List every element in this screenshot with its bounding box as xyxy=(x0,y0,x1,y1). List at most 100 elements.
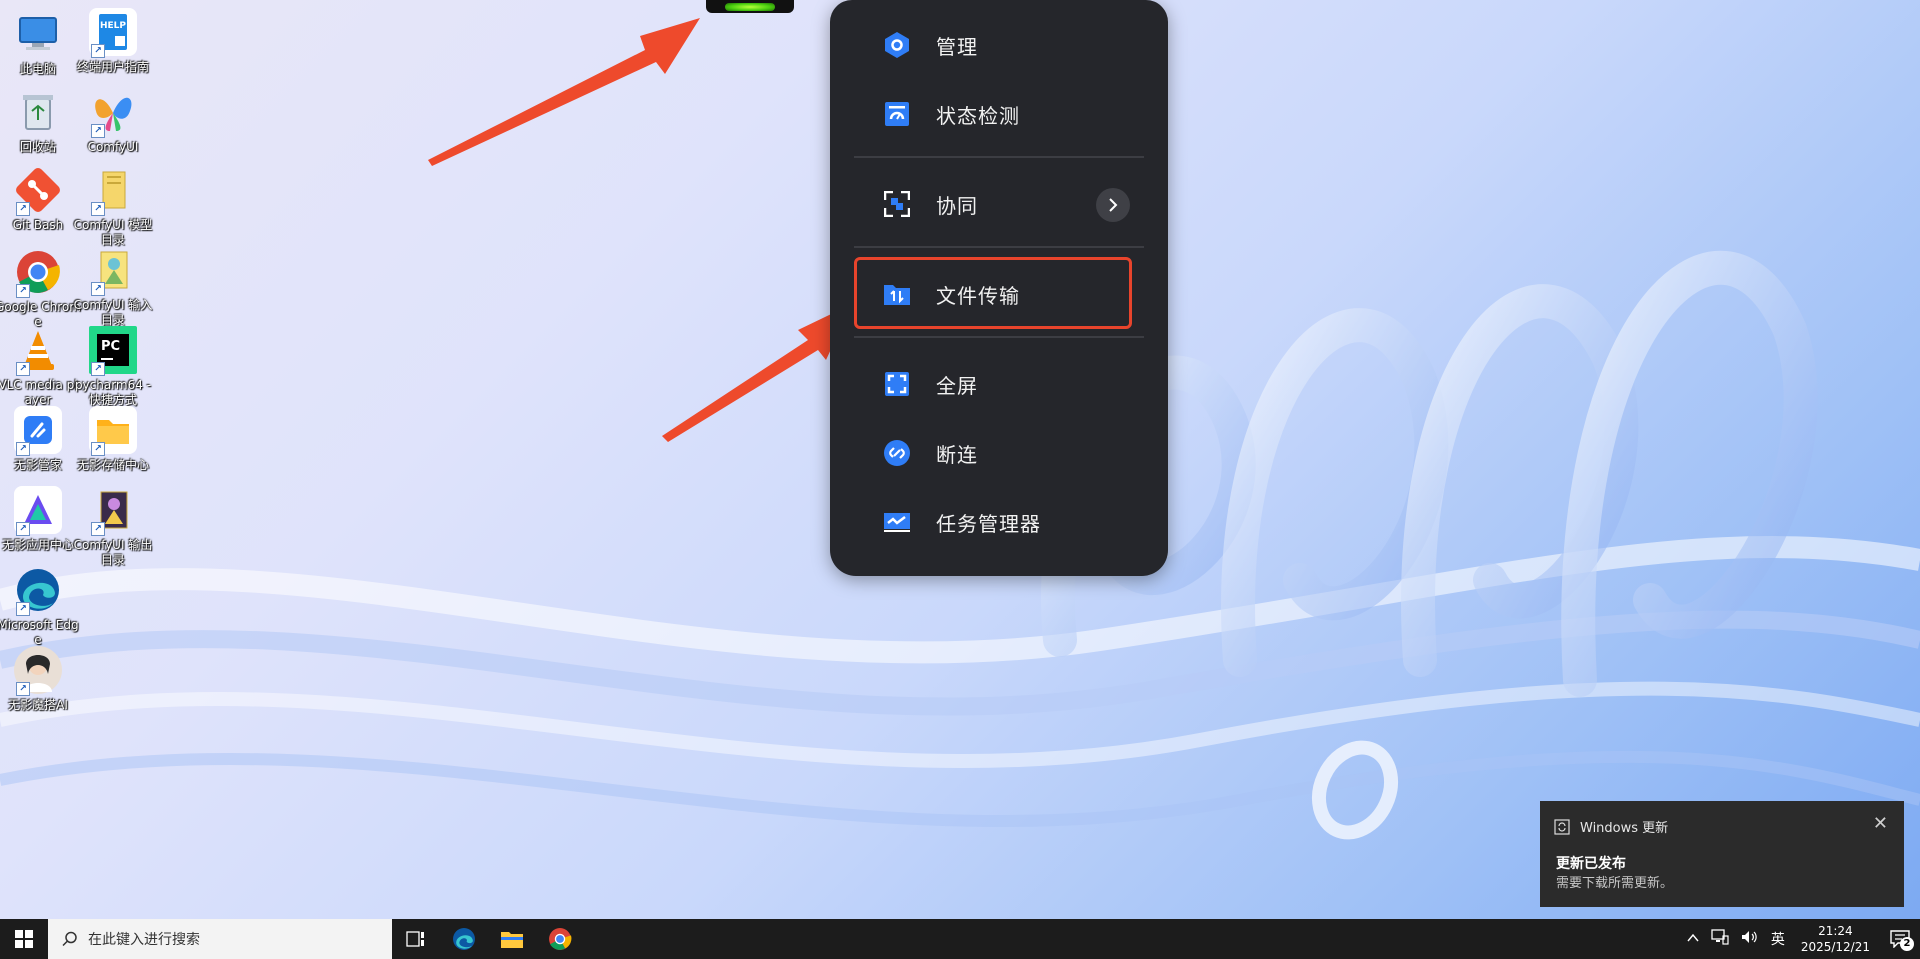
menu-item-collaborate[interactable]: 协同 xyxy=(854,177,1144,231)
desktop-icon-area: 此电脑 回收站 ↗ Git Bash ↗ Google Chrome ↗ VLC… xyxy=(0,0,170,880)
volume-icon[interactable] xyxy=(1741,929,1759,949)
desktop-icon-comfyui[interactable]: ↗ ComfyUI xyxy=(73,88,153,155)
avatar-icon: ↗ xyxy=(14,646,62,696)
shortcut-arrow-icon: ↗ xyxy=(16,602,30,616)
storage-folder-icon: ↗ xyxy=(89,406,137,456)
show-hidden-icons-chevron-up-icon[interactable] xyxy=(1687,931,1699,947)
desktop-icon-wuying-storage[interactable]: ↗ 无影存储中心 xyxy=(73,406,153,473)
shortcut-arrow-icon: ↗ xyxy=(91,44,105,58)
notification-close-icon[interactable]: ✕ xyxy=(1873,813,1888,834)
taskbar-search-box[interactable]: 在此键入进行搜索 xyxy=(48,919,392,959)
shortcut-arrow-icon: ↗ xyxy=(91,442,105,456)
file-explorer-icon xyxy=(501,932,523,948)
menu-item-status-check[interactable]: 状态检测 xyxy=(854,87,1144,141)
notification-app-name: Windows 更新 xyxy=(1580,821,1669,836)
collaborate-icon xyxy=(882,189,912,219)
search-icon xyxy=(62,931,77,947)
taskbar-edge-button[interactable] xyxy=(440,919,488,959)
shortcut-arrow-icon: ↗ xyxy=(91,282,105,296)
menu-separator xyxy=(854,156,1144,158)
pycharm-icon: PC ↗ xyxy=(89,326,137,376)
floating-toolbar-menu: 管理 状态检测 协同 文件传输 全屏 断连 任务管理器 xyxy=(830,0,1168,576)
shortcut-arrow-icon: ↗ xyxy=(16,362,30,376)
taskbar-chrome-button[interactable] xyxy=(536,919,584,959)
notification-count-badge: 2 xyxy=(1900,937,1914,951)
menu-item-task-manager[interactable]: 任务管理器 xyxy=(854,495,1144,549)
network-icon[interactable] xyxy=(1711,929,1729,949)
git-bash-icon: ↗ xyxy=(14,166,62,216)
desktop-icon-wuying-modelscope-ai[interactable]: ↗ 无影魔搭AI xyxy=(0,646,78,713)
windows-update-icon xyxy=(1554,818,1570,835)
taskbar-file-explorer-button[interactable] xyxy=(488,919,536,959)
shortcut-arrow-icon: ↗ xyxy=(91,522,105,536)
desktop-icon-user-guide[interactable]: HELP ↗ 终端用户指南 xyxy=(73,8,153,75)
vlc-cone-icon: ↗ xyxy=(14,326,62,376)
menu-item-file-transfer[interactable]: 文件传输 xyxy=(854,267,1144,321)
help-book-icon: HELP ↗ xyxy=(89,8,137,58)
desktop-icon-google-chrome[interactable]: ↗ Google Chrome xyxy=(0,248,81,330)
desktop-icon-comfyui-output-dir[interactable]: ↗ ComfyUI 输出目录 xyxy=(73,486,153,568)
floating-toolbar-handle[interactable] xyxy=(706,0,794,13)
desktop-icon-pycharm[interactable]: PC ↗ pycharm64 - 快捷方式 xyxy=(73,326,153,408)
input-method-indicator[interactable]: 英 xyxy=(1771,929,1785,949)
menu-item-manage[interactable]: 管理 xyxy=(854,18,1144,72)
search-placeholder: 在此键入进行搜索 xyxy=(88,932,200,948)
folder-image-icon: ↗ xyxy=(89,246,137,296)
desktop-icon-wuying-manager[interactable]: ↗ 无影管家 xyxy=(0,406,78,473)
folder-image-icon: ↗ xyxy=(89,486,137,536)
fullscreen-icon xyxy=(882,369,912,399)
submenu-chevron-right-icon[interactable] xyxy=(1096,188,1130,222)
clock[interactable]: 21:24 2025/12/21 xyxy=(1801,923,1870,955)
shortcut-arrow-icon: ↗ xyxy=(16,442,30,456)
desktop-icon-comfyui-input-dir[interactable]: ↗ ComfyUI 输入目录 xyxy=(73,246,153,328)
system-tray: 英 21:24 2025/12/21 2 xyxy=(1681,919,1920,959)
desktop-icon-microsoft-edge[interactable]: ↗ Microsoft Edge xyxy=(0,566,79,648)
disconnect-icon xyxy=(882,438,912,468)
computer-icon xyxy=(14,10,62,58)
chrome-icon: ↗ xyxy=(14,248,62,298)
windows-logo-icon xyxy=(15,930,33,948)
wuying-manager-icon: ↗ xyxy=(14,406,62,456)
desktop-icon-this-pc[interactable]: 此电脑 xyxy=(0,10,78,77)
shortcut-arrow-icon: ↗ xyxy=(16,522,30,536)
shortcut-arrow-icon: ↗ xyxy=(91,362,105,376)
edge-icon xyxy=(453,928,475,950)
recycle-bin-icon xyxy=(14,88,62,136)
shortcut-arrow-icon: ↗ xyxy=(16,284,30,298)
shortcut-arrow-icon: ↗ xyxy=(16,682,30,696)
file-transfer-icon xyxy=(882,279,912,309)
action-center-button[interactable]: 2 xyxy=(1880,919,1920,959)
windows-update-notification[interactable]: Windows 更新 ✕ 更新已发布 需要下载所需更新。 xyxy=(1540,801,1904,907)
notification-header: Windows 更新 xyxy=(1554,817,1668,836)
butterfly-icon: ↗ xyxy=(89,88,137,138)
manage-icon xyxy=(882,30,912,60)
desktop-icon-comfyui-model-dir[interactable]: ↗ ComfyUI 模型目录 xyxy=(73,166,153,248)
edge-icon: ↗ xyxy=(14,566,62,616)
shortcut-arrow-icon: ↗ xyxy=(91,124,105,138)
task-manager-icon xyxy=(882,507,912,537)
svg-text:HELP: HELP xyxy=(100,21,126,31)
clock-time: 21:24 xyxy=(1818,924,1853,938)
folder-icon: ↗ xyxy=(89,166,137,216)
connection-status-led xyxy=(725,2,775,11)
shortcut-arrow-icon: ↗ xyxy=(16,202,30,216)
start-button[interactable] xyxy=(0,919,48,959)
desktop-icon-git-bash[interactable]: ↗ Git Bash xyxy=(0,166,78,233)
menu-item-disconnect[interactable]: 断连 xyxy=(854,426,1144,480)
clock-date: 2025/12/21 xyxy=(1800,940,1870,954)
notification-title: 更新已发布 xyxy=(1556,856,1626,872)
svg-text:PC: PC xyxy=(101,339,120,354)
task-view-button[interactable] xyxy=(392,919,440,959)
status-check-icon xyxy=(882,99,912,129)
task-view-icon xyxy=(406,931,424,947)
wuying-app-center-icon: ↗ xyxy=(14,486,62,536)
chrome-icon xyxy=(549,928,572,950)
desktop-icon-wuying-app-center[interactable]: ↗ 无影应用中心 xyxy=(0,486,78,553)
shortcut-arrow-icon: ↗ xyxy=(91,202,105,216)
desktop-icon-vlc[interactable]: ↗ VLC media player xyxy=(0,326,78,408)
menu-item-fullscreen[interactable]: 全屏 xyxy=(854,357,1144,411)
menu-separator xyxy=(854,336,1144,338)
notification-body: 需要下载所需更新。 xyxy=(1556,876,1674,891)
menu-separator xyxy=(854,246,1144,248)
desktop-icon-recycle-bin[interactable]: 回收站 xyxy=(0,88,78,155)
